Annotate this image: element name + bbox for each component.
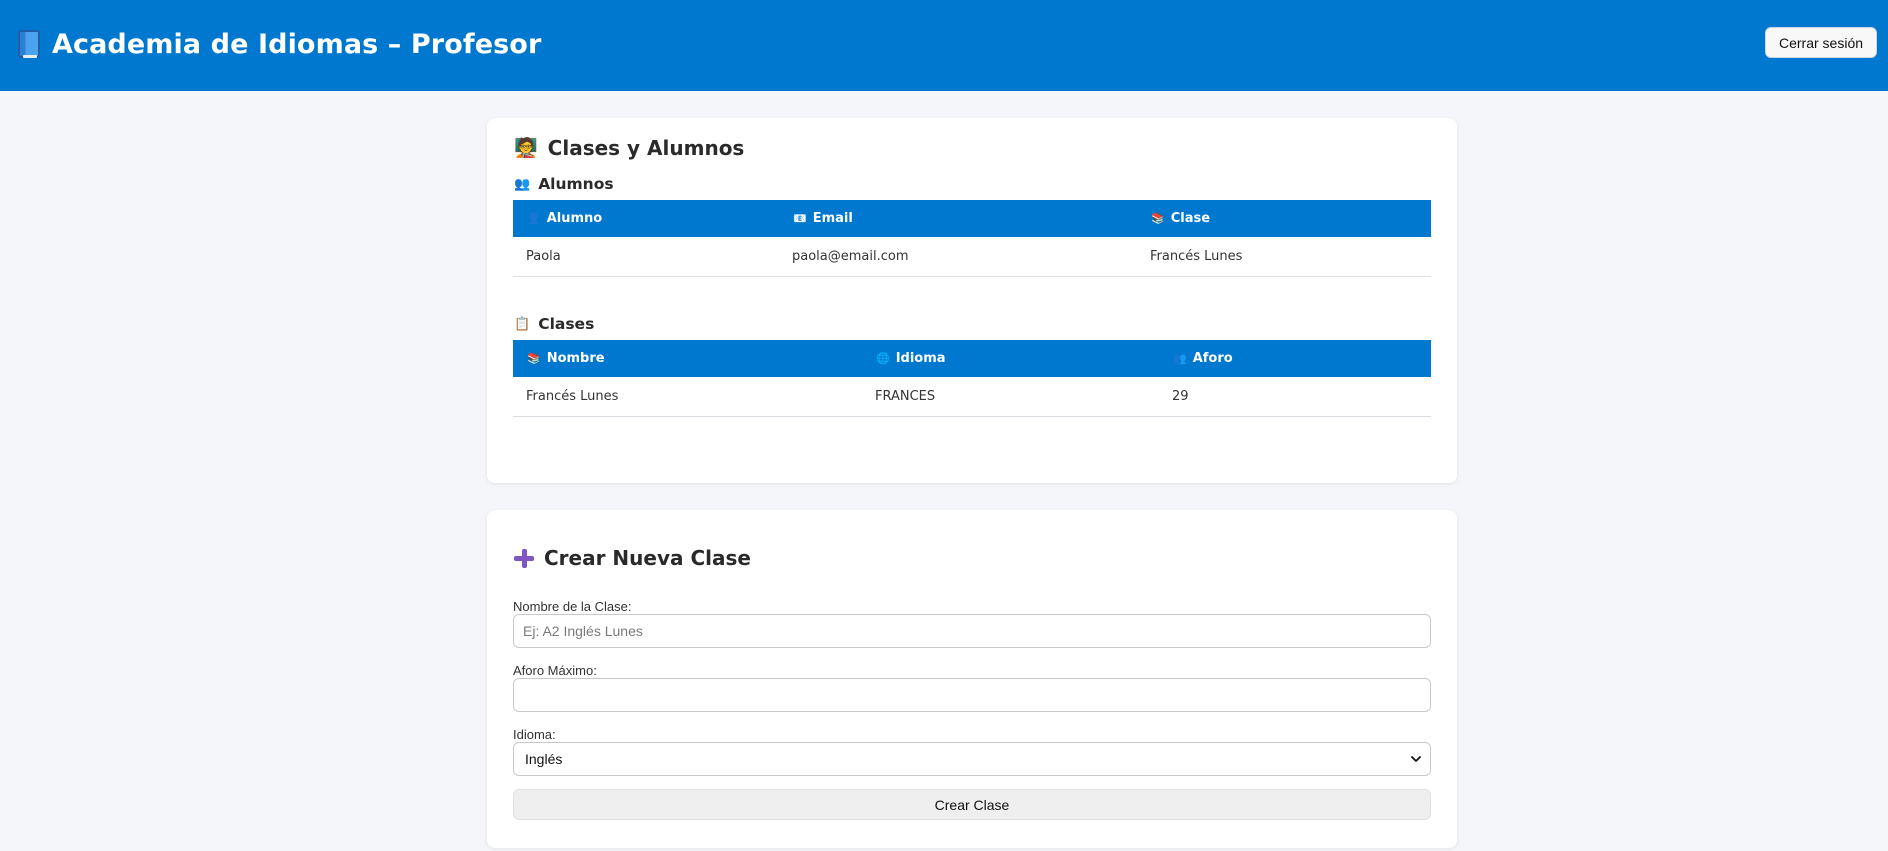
clipboard-icon: 📋	[514, 316, 531, 332]
class-name-input[interactable]	[513, 614, 1431, 648]
chevron-down-icon	[1411, 756, 1421, 762]
section-title-text: Clases y Alumnos	[547, 136, 745, 160]
cell-email: paola@email.com	[779, 237, 1137, 277]
cell-idioma: FRANCES	[862, 377, 1159, 417]
classes-students-card: 🧑‍🏫 Clases y Alumnos 👥 Alumnos 👤 Alumno 📧…	[487, 118, 1457, 483]
logout-button[interactable]: Cerrar sesión	[1765, 27, 1877, 58]
column-header-idioma[interactable]: 🌐 Idioma	[862, 340, 1159, 377]
column-header-nombre[interactable]: 📚 Nombre	[513, 340, 862, 377]
email-icon: 📧	[793, 212, 807, 225]
cell-clase: Francés Lunes	[1137, 237, 1431, 277]
teacher-icon: 🧑‍🏫	[514, 136, 538, 159]
cell-alumno: Paola	[513, 237, 779, 277]
top-bar: Academia de Idiomas – Profesor Cerrar se…	[0, 0, 1888, 91]
column-header-email[interactable]: 📧 Email	[779, 200, 1137, 237]
people-icon: 👥	[1173, 352, 1187, 365]
table-row: Paola paola@email.com Francés Lunes	[513, 237, 1431, 277]
cell-aforo: 29	[1159, 377, 1431, 417]
students-header-row: 👤 Alumno 📧 Email 📚 Clase	[513, 200, 1431, 237]
class-name-label: Nombre de la Clase:	[513, 599, 632, 614]
students-table: 👤 Alumno 📧 Email 📚 Clase Paola paola@email.…	[513, 200, 1431, 277]
plus-icon	[514, 548, 534, 568]
globe-icon: 🌐	[876, 352, 890, 365]
create-class-title-text: Crear Nueva Clase	[544, 546, 751, 570]
person-icon: 👤	[527, 212, 541, 225]
create-class-card: Crear Nueva Clase Nombre de la Clase: Af…	[487, 510, 1457, 848]
book-icon	[18, 30, 40, 58]
books-icon: 📚	[527, 352, 541, 365]
capacity-input[interactable]	[513, 678, 1431, 712]
students-heading: 👥 Alumnos	[514, 175, 614, 193]
create-class-button[interactable]: Crear Clase	[513, 789, 1431, 820]
books-icon: 📚	[1151, 212, 1165, 225]
classes-heading: 📋 Clases	[514, 315, 594, 333]
classes-table: 📚 Nombre 🌐 Idioma 👥 Aforo Francés Lunes FRA…	[513, 340, 1431, 417]
column-header-alumno[interactable]: 👤 Alumno	[513, 200, 779, 237]
column-header-clase[interactable]: 📚 Clase	[1137, 200, 1431, 237]
create-class-title: Crear Nueva Clase	[514, 546, 751, 570]
table-row: Francés Lunes FRANCES 29	[513, 377, 1431, 417]
language-label: Idioma:	[513, 727, 556, 742]
students-heading-text: Alumnos	[538, 175, 614, 193]
classes-heading-text: Clases	[538, 315, 595, 333]
column-header-aforo[interactable]: 👥 Aforo	[1159, 340, 1431, 377]
language-selected-value: Inglés	[525, 751, 563, 767]
language-select[interactable]: Inglés	[513, 742, 1431, 776]
classes-header-row: 📚 Nombre 🌐 Idioma 👥 Aforo	[513, 340, 1431, 377]
people-icon: 👥	[514, 176, 531, 192]
section-title: 🧑‍🏫 Clases y Alumnos	[514, 136, 744, 160]
cell-nombre: Francés Lunes	[513, 377, 862, 417]
brand: Academia de Idiomas – Profesor	[18, 26, 541, 62]
app-title: Academia de Idiomas – Profesor	[52, 28, 542, 60]
capacity-label: Aforo Máximo:	[513, 663, 597, 678]
